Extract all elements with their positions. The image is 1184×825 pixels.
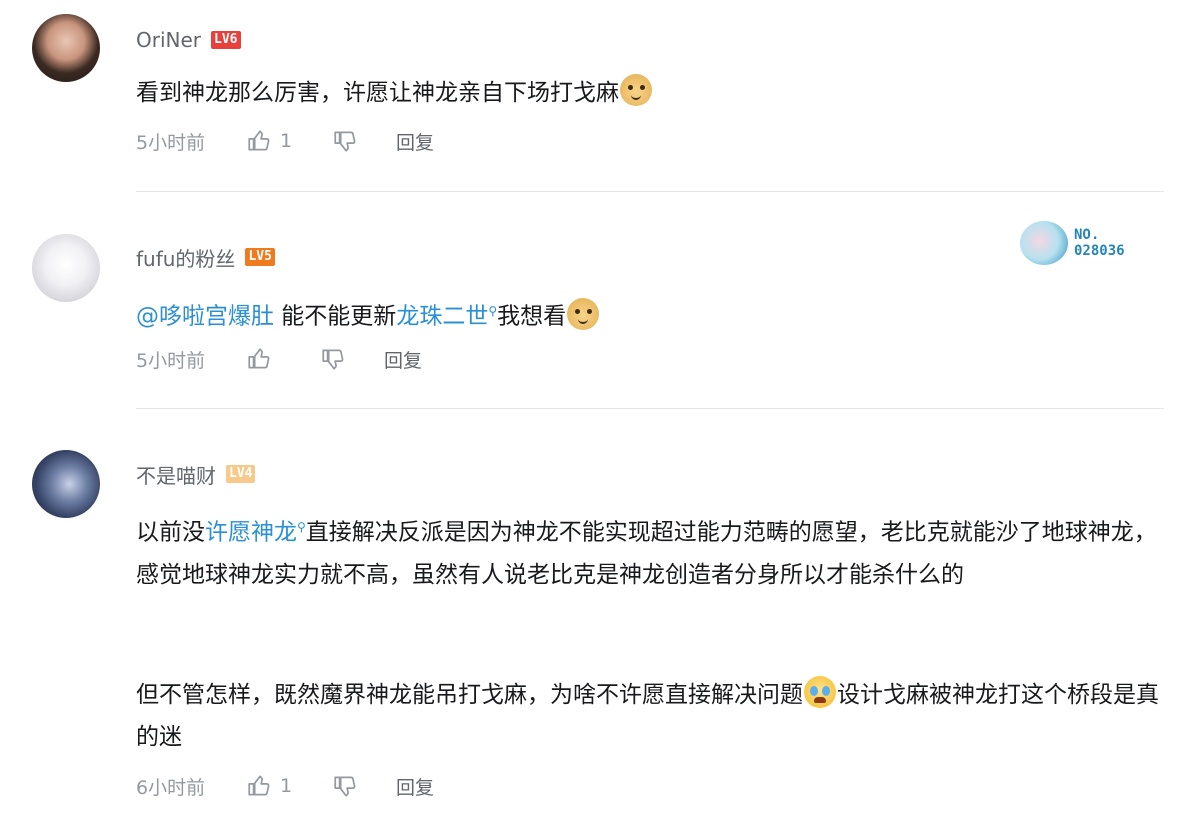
- username-row: 不是喵财 LV4: [136, 460, 256, 489]
- username[interactable]: 不是喵财: [136, 460, 216, 489]
- thumbs-down-icon: [322, 349, 344, 370]
- timestamp: 5小时前: [136, 131, 206, 154]
- mention-link[interactable]: @哆啦宫爆肚: [136, 304, 274, 330]
- comment-meta: 6小时前 1 回复: [136, 771, 434, 801]
- comment-meta: 5小时前 回复: [136, 344, 422, 374]
- reply-button[interactable]: 回复: [384, 346, 422, 373]
- comment-text-part: 但不管怎样，既然魔界神龙能吊打戈麻，为啥不许愿直接解决问题: [136, 682, 803, 708]
- dislike-button[interactable]: [332, 773, 396, 799]
- divider: [136, 191, 1164, 192]
- reply-button[interactable]: 回复: [396, 773, 434, 800]
- fan-badge[interactable]: NO. 028036: [1020, 220, 1152, 266]
- comment-text-part: 以前没: [136, 519, 205, 546]
- search-icon[interactable]: ⚲: [488, 304, 497, 318]
- fan-badge-number: NO. 028036: [1074, 227, 1125, 259]
- thumbs-up-icon: [248, 348, 270, 369]
- comment-text-paragraph-2: 但不管怎样，既然魔界神龙能吊打戈麻，为啥不许愿直接解决问题 设计戈麻被神龙打这个桥…: [136, 674, 1166, 758]
- thumbs-down-icon: [334, 131, 356, 152]
- avatar[interactable]: [32, 14, 100, 82]
- avatar[interactable]: [32, 450, 100, 518]
- timestamp: 5小时前: [136, 349, 206, 372]
- like-button[interactable]: 1: [246, 128, 332, 154]
- search-link[interactable]: 许愿神龙: [205, 520, 297, 546]
- like-count: 1: [280, 775, 293, 797]
- search-link[interactable]: 龙珠二世: [396, 304, 488, 330]
- search-icon[interactable]: ⚲: [297, 520, 306, 534]
- doge-emoji: [567, 297, 600, 330]
- avatar[interactable]: [32, 234, 100, 302]
- thumbs-up-icon: [248, 775, 270, 796]
- level-badge: LV4: [226, 465, 256, 483]
- level-badge: LV6: [211, 31, 241, 49]
- crying-emoji: [804, 676, 836, 708]
- dislike-button[interactable]: [332, 128, 396, 154]
- fan-badge-image: [1020, 221, 1068, 265]
- username-row: fufu的粉丝 LV5: [136, 243, 275, 271]
- comment-text-part: 看到神龙那么厉害，许愿让神龙亲自下场打戈麻: [136, 80, 619, 106]
- comment-text: @哆啦宫爆肚 能不能更新龙珠二世⚲我想看: [136, 290, 1166, 338]
- username-row: OriNer LV6: [136, 26, 241, 54]
- level-badge: LV5: [245, 248, 275, 266]
- reply-button[interactable]: 回复: [396, 128, 434, 155]
- username[interactable]: OriNer: [136, 28, 201, 52]
- like-button[interactable]: 1: [246, 773, 332, 799]
- fan-badge-number-text: NO. 028036: [1074, 227, 1125, 259]
- comment-text: 看到神龙那么厉害，许愿让神龙亲自下场打戈麻: [136, 72, 1166, 114]
- like-button[interactable]: [246, 346, 320, 372]
- comment-text-part: 能不能更新: [274, 303, 397, 330]
- comment-text: 以前没许愿神龙⚲直接解决反派是因为神龙不能实现超过能力范畴的愿望，老比克就能沙了…: [136, 506, 1166, 596]
- username[interactable]: fufu的粉丝: [136, 243, 235, 272]
- divider: [136, 408, 1164, 409]
- like-count: 1: [280, 130, 293, 152]
- comment-meta: 5小时前 1 回复: [136, 126, 434, 156]
- thumbs-down-icon: [334, 776, 356, 797]
- timestamp: 6小时前: [136, 776, 206, 799]
- thumbs-up-icon: [248, 130, 270, 151]
- dislike-button[interactable]: [320, 346, 384, 372]
- comment-text-part: 我想看: [497, 303, 567, 330]
- doge-emoji: [620, 74, 652, 106]
